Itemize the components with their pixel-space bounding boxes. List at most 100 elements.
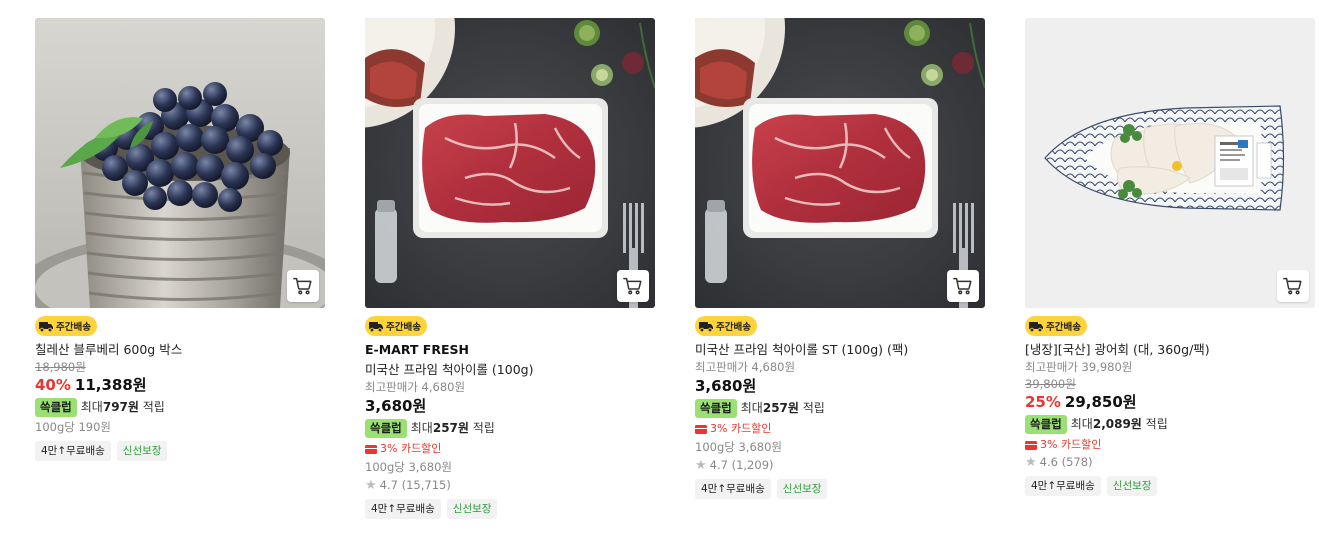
star-icon: ★ <box>695 458 707 473</box>
weekly-delivery-badge: 주간배송 <box>35 316 97 336</box>
reward-amount: 257원 <box>762 401 799 415</box>
reward-points: 쓱클럽 최대 797원 적립 <box>35 397 325 417</box>
product-title[interactable]: 미국산 프라임 척아이롤 (100g) <box>365 361 655 379</box>
beef-photo <box>365 18 655 308</box>
product-card[interactable]: 주간배송 칠레산 블루베리 600g 박스 18,980원 40% 11,388원… <box>35 18 325 461</box>
freshness-guarantee-tag: 신선보장 <box>1106 476 1158 496</box>
cart-icon <box>1283 277 1302 295</box>
ssg-club-chip: 쓱클럽 <box>1025 414 1067 434</box>
original-price: 18,980원 <box>35 360 86 374</box>
reward-prefix: 최대 <box>80 400 103 414</box>
product-card[interactable]: 주간배송 미국산 프라임 척아이롤 ST (100g) (팩) 최고판매가 4,… <box>695 18 985 499</box>
rating[interactable]: ★ 4.7 (1,209) <box>695 457 985 474</box>
rating[interactable]: ★ 4.7 (15,715) <box>365 477 655 494</box>
card-discount-label: 3% 카드할인 <box>380 442 442 455</box>
product-title[interactable]: 미국산 프라임 척아이롤 ST (100g) (팩) <box>695 341 985 359</box>
reference-price: 최고판매가 4,680원 <box>365 380 466 394</box>
product-title[interactable]: 칠레산 블루베리 600g 박스 <box>35 341 325 359</box>
rating-value: 4.7 (15,715) <box>379 478 451 492</box>
star-icon: ★ <box>1025 455 1037 470</box>
reward-prefix: 최대 <box>410 421 433 435</box>
reward-points: 쓱클럽 최대 257원 적립 <box>365 418 655 438</box>
rating-value: 4.6 (578) <box>1039 455 1093 469</box>
reward-suffix: 적립 <box>142 400 165 414</box>
truck-icon <box>39 322 53 333</box>
product-title[interactable]: [냉장][국산] 광어회 (대, 360g/팩) <box>1025 341 1315 359</box>
reward-amount: 257원 <box>432 421 469 435</box>
beef-photo <box>695 18 985 308</box>
card-discount: 3% 카드할인 <box>695 421 985 437</box>
product-image-blueberries[interactable] <box>35 18 325 308</box>
card-discount-label: 3% 카드할인 <box>710 422 772 435</box>
reference-price: 최고판매가 4,680원 <box>695 360 796 374</box>
add-to-cart-button[interactable] <box>617 270 649 302</box>
sale-price: 3,680원 <box>365 397 427 415</box>
reward-amount: 797원 <box>102 400 139 414</box>
tag-list: 4만↑무료배송 신선보장 <box>1025 476 1315 496</box>
truck-icon <box>699 322 713 333</box>
product-image-chuck-eye-roll[interactable] <box>365 18 655 308</box>
free-shipping-tag: 4만↑무료배송 <box>1025 476 1101 496</box>
cart-icon <box>293 277 312 295</box>
badge-label: 주간배송 <box>1046 322 1081 333</box>
card-discount-label: 3% 카드할인 <box>1040 438 1102 451</box>
credit-card-icon <box>365 444 377 454</box>
weekly-delivery-badge: 주간배송 <box>365 316 427 336</box>
sale-price-line: 40% 11,388원 <box>35 375 325 395</box>
unit-price: 100g당 190원 <box>35 420 112 434</box>
unit-price: 100g당 3,680원 <box>365 460 452 474</box>
reward-suffix: 적립 <box>802 401 825 415</box>
reference-price: 최고판매가 39,980원 <box>1025 360 1133 374</box>
reward-suffix: 적립 <box>1145 417 1168 431</box>
sale-price: 3,680원 <box>695 377 757 395</box>
badge-label: 주간배송 <box>716 322 751 333</box>
add-to-cart-button[interactable] <box>1277 270 1309 302</box>
reward-points: 쓱클럽 최대 257원 적립 <box>695 398 985 418</box>
discount-rate: 25% <box>1025 393 1061 411</box>
star-icon: ★ <box>365 478 377 493</box>
weekly-delivery-badge: 주간배송 <box>695 316 757 336</box>
cart-icon <box>623 277 642 295</box>
freshness-guarantee-tag: 신선보장 <box>776 479 828 499</box>
add-to-cart-button[interactable] <box>947 270 979 302</box>
add-to-cart-button[interactable] <box>287 270 319 302</box>
credit-card-icon <box>1025 440 1037 450</box>
product-card[interactable]: 주간배송 [냉장][국산] 광어회 (대, 360g/팩) 최고판매가 39,9… <box>1025 18 1315 496</box>
ssg-club-chip: 쓱클럽 <box>695 398 737 418</box>
reward-prefix: 최대 <box>740 401 763 415</box>
cart-icon <box>953 277 972 295</box>
original-price: 39,800원 <box>1025 377 1076 391</box>
weekly-delivery-badge: 주간배송 <box>1025 316 1087 336</box>
free-shipping-tag: 4만↑무료배송 <box>35 441 111 461</box>
reward-points: 쓱클럽 최대 2,089원 적립 <box>1025 414 1315 434</box>
credit-card-icon <box>695 424 707 434</box>
badge-label: 주간배송 <box>56 322 91 333</box>
reward-amount: 2,089원 <box>1092 417 1142 431</box>
tag-list: 4만↑무료배송 신선보장 <box>365 499 655 519</box>
freshness-guarantee-tag: 신선보장 <box>116 441 168 461</box>
sale-price: 29,850원 <box>1064 393 1137 411</box>
discount-rate: 40% <box>35 376 71 394</box>
truck-icon <box>369 322 383 333</box>
free-shipping-tag: 4만↑무료배송 <box>695 479 771 499</box>
freshness-guarantee-tag: 신선보장 <box>446 499 498 519</box>
tag-list: 4만↑무료배송 신선보장 <box>695 479 985 499</box>
product-card[interactable]: 주간배송 E-MART FRESH 미국산 프라임 척아이롤 (100g) 최고… <box>365 18 655 519</box>
card-discount: 3% 카드할인 <box>365 441 655 457</box>
product-image-flatfish-sashimi[interactable] <box>1025 18 1315 308</box>
product-image-chuck-eye-roll-st[interactable] <box>695 18 985 308</box>
ssg-club-chip: 쓱클럽 <box>365 418 407 438</box>
ssg-club-chip: 쓱클럽 <box>35 397 77 417</box>
blueberry-photo <box>35 18 325 308</box>
sale-price-line: 3,680원 <box>695 376 985 396</box>
reward-suffix: 적립 <box>472 421 495 435</box>
sashimi-photo <box>1025 18 1315 308</box>
sale-price-line: 25% 29,850원 <box>1025 392 1315 412</box>
badge-label: 주간배송 <box>386 322 421 333</box>
truck-icon <box>1029 322 1043 333</box>
tag-list: 4만↑무료배송 신선보장 <box>35 441 325 461</box>
sale-price-line: 3,680원 <box>365 396 655 416</box>
brand-name[interactable]: E-MART FRESH <box>365 341 655 359</box>
unit-price: 100g당 3,680원 <box>695 440 782 454</box>
rating[interactable]: ★ 4.6 (578) <box>1025 454 1315 471</box>
